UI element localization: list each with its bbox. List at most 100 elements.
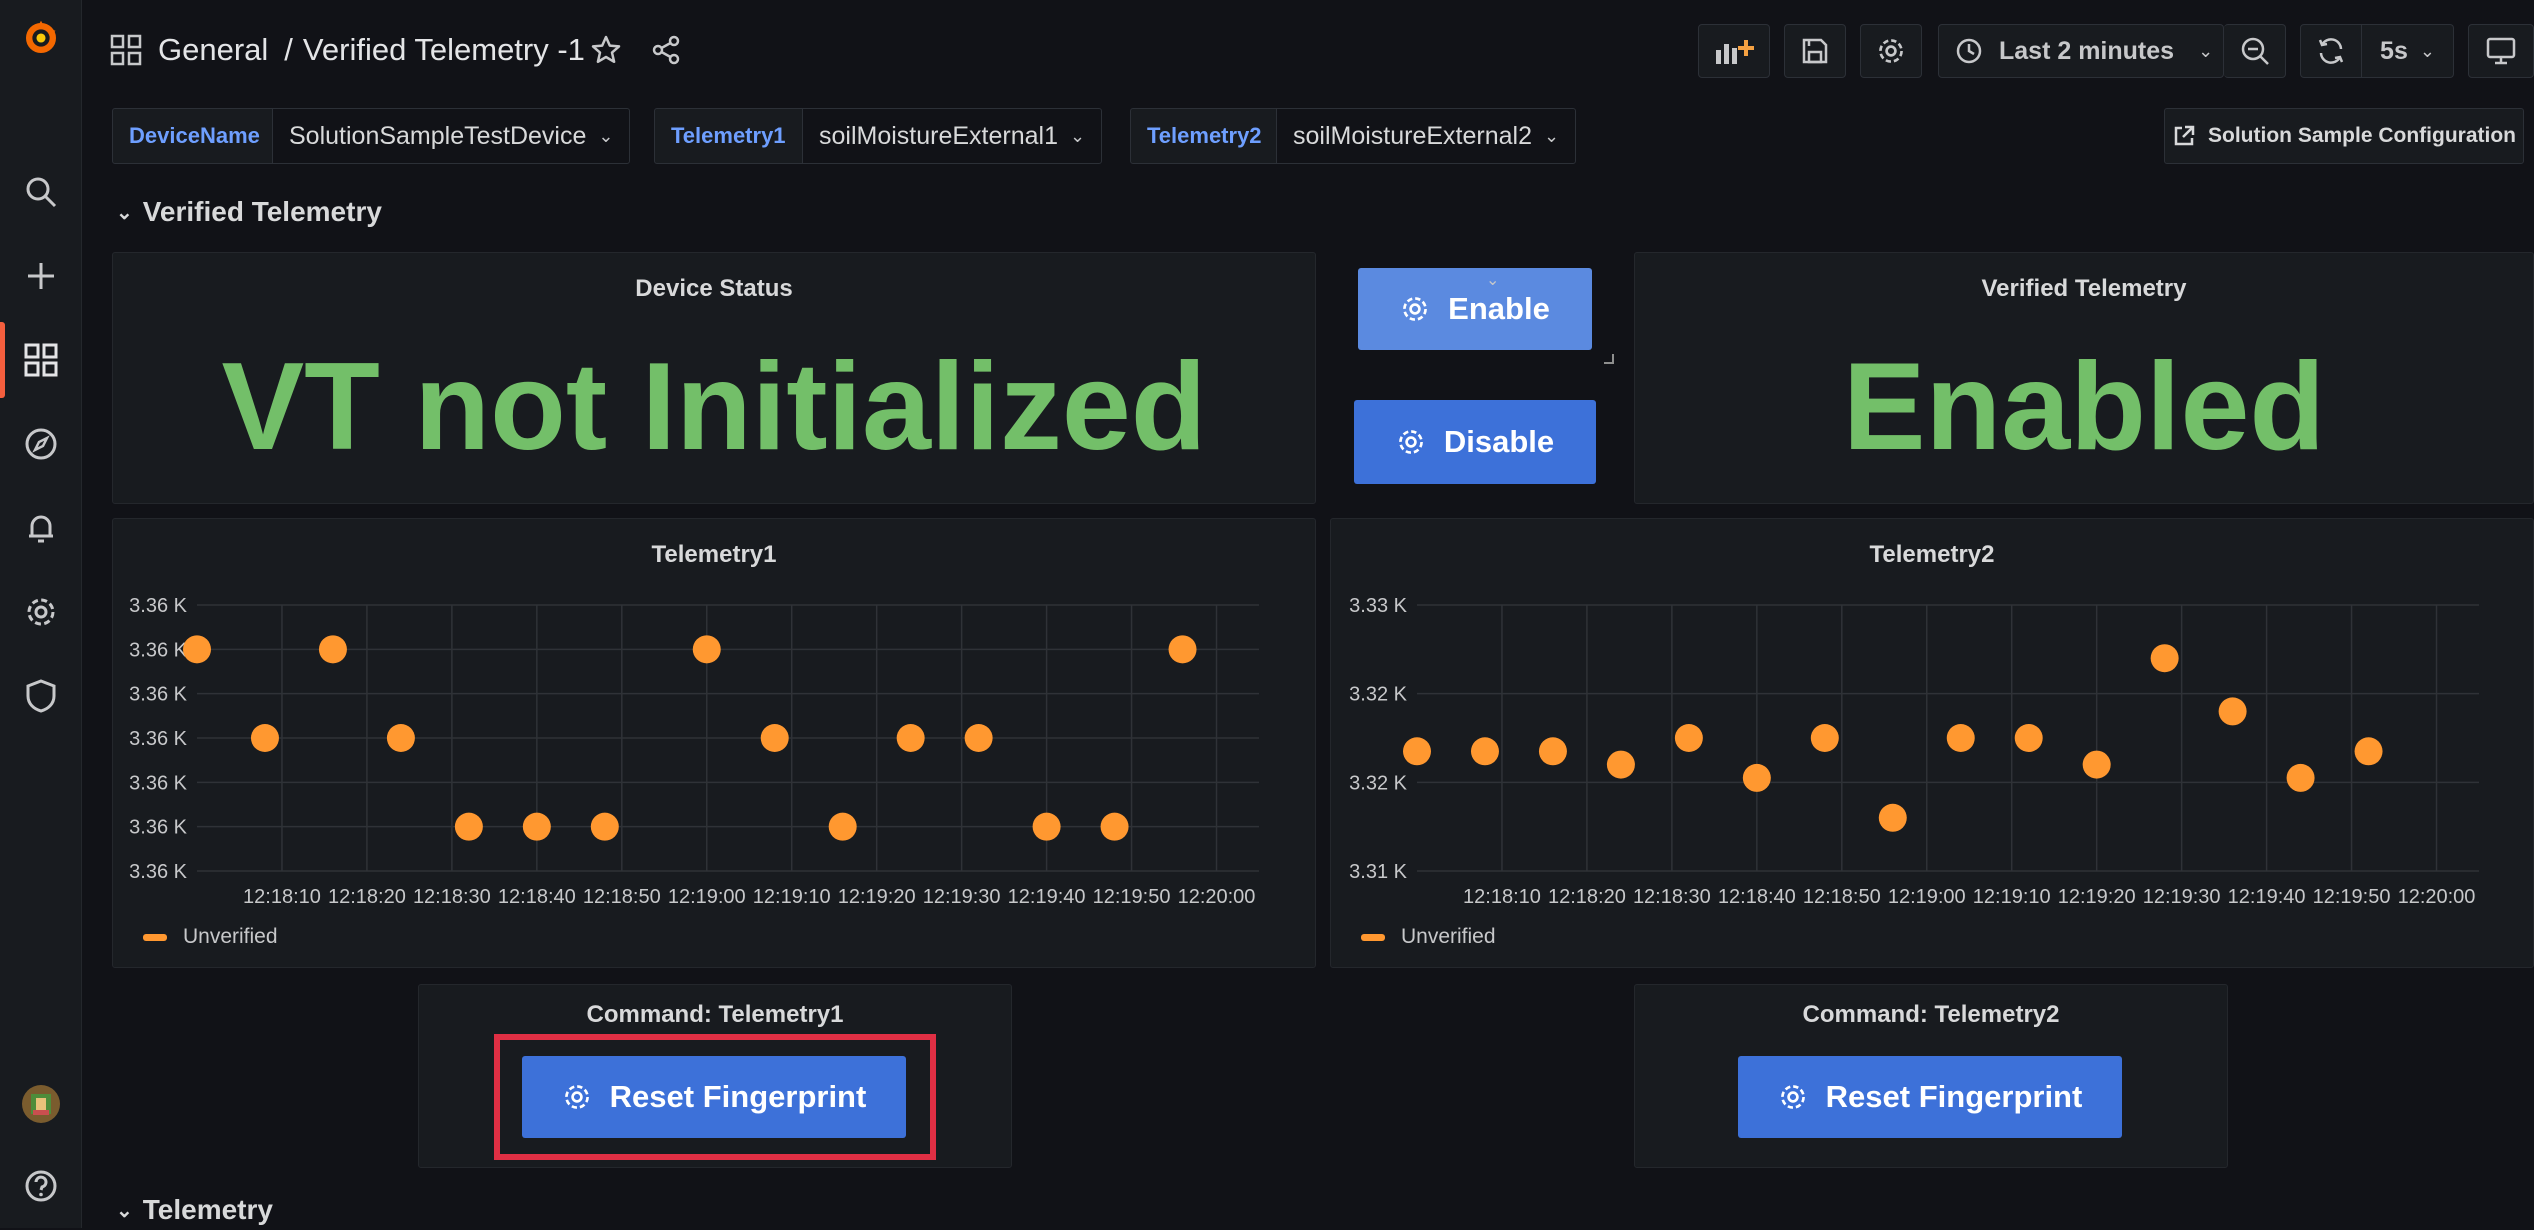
chevron-down-icon: ⌄ [1544,125,1560,146]
device-status-value: VT not Initialized [221,338,1207,476]
breadcrumb-folder[interactable]: General [158,32,268,68]
row-title: Telemetry [142,1194,273,1225]
row-verified-telemetry[interactable]: ⌄ Verified Telemetry [116,192,382,232]
variable-select-telemetry2[interactable]: soilMoistureExternal2 ⌄ [1276,108,1577,164]
grafana-logo-icon[interactable] [21,18,61,58]
explore-compass-icon[interactable] [21,424,61,464]
disable-button[interactable]: Disable [1354,400,1596,484]
data-point [692,635,721,664]
solution-sample-configuration-link[interactable]: Solution Sample Configuration [2164,108,2524,164]
reset-fingerprint-telemetry1-button[interactable]: Reset Fingerprint [522,1056,906,1138]
x-tick-label: 12:19:30 [2143,886,2221,908]
legend-label: Unverified [1401,925,1496,948]
x-tick-label: 12:19:50 [2313,886,2391,908]
chevron-down-icon: ⌄ [116,201,133,224]
gear-icon [1398,430,1423,454]
refresh-interval-picker[interactable]: 5s ⌄ [2362,24,2454,78]
add-panel-button[interactable] [1698,24,1770,78]
data-point [454,812,483,841]
enable-button[interactable]: Enable [1358,268,1592,350]
reset-fingerprint-telemetry2-button[interactable]: Reset Fingerprint [1738,1056,2122,1138]
y-tick-label: 3.31 K [1349,861,1407,883]
y-tick-label: 3.36 K [129,728,187,750]
x-tick-label: 12:19:10 [753,886,831,908]
chevron-down-icon: ⌄ [116,1199,133,1222]
save-icon [1802,38,1828,64]
chevron-down-icon: ⌄ [598,125,614,146]
data-point [2150,644,2179,673]
reset-fingerprint-label: Reset Fingerprint [609,1079,867,1114]
legend-item-unverified[interactable]: Unverified [1361,925,1496,949]
variable-value: SolutionSampleTestDevice [289,121,587,150]
data-point [2286,763,2315,792]
legend-item-unverified[interactable]: Unverified [143,925,278,949]
chevron-down-icon: ⌄ [2198,40,2214,61]
y-tick-label: 3.36 K [129,595,187,617]
x-tick-label: 12:18:20 [1548,886,1626,908]
data-point [896,724,925,752]
configuration-gear-icon[interactable] [21,592,61,632]
data-point [1403,737,1431,766]
row-telemetry[interactable]: ⌄ Telemetry [116,1190,273,1230]
y-tick-label: 3.36 K [129,772,187,794]
search-icon[interactable] [21,172,61,212]
help-icon[interactable] [21,1166,61,1206]
variable-select-devicename[interactable]: SolutionSampleTestDevice ⌄ [272,108,631,164]
panel-title: Verified Telemetry [1981,275,2187,302]
zoom-out-icon [2241,37,2269,65]
panel-menu-chevron-icon[interactable]: ⌄ [1486,270,1499,290]
enable-button-label: Enable [1448,291,1550,326]
x-tick-label: 12:19:00 [668,886,746,908]
dashboard-grid-icon [110,34,142,66]
x-tick-label: 12:19:30 [923,886,1001,908]
user-avatar[interactable] [21,1084,61,1124]
dashboard-settings-button[interactable] [1860,24,1922,78]
breadcrumb: General / Verified Telemetry -1 [158,28,585,72]
data-point [1470,737,1499,766]
alerting-bell-icon[interactable] [21,508,61,548]
y-tick-label: 3.33 K [1349,595,1407,617]
sidebar-active-indicator [0,322,5,398]
breadcrumb-dashboard-title[interactable]: Verified Telemetry -1 [303,32,585,68]
star-icon[interactable] [590,34,622,66]
refresh-button[interactable] [2300,24,2362,78]
plus-icon[interactable] [21,256,61,296]
config-link-label: Solution Sample Configuration [2208,124,2516,147]
y-tick-label: 3.36 K [129,817,187,839]
disable-button-label: Disable [1443,424,1555,459]
variable-select-telemetry1[interactable]: soilMoistureExternal1 ⌄ [802,108,1103,164]
data-point [2082,750,2111,779]
tv-mode-button[interactable] [2468,24,2534,78]
data-point [183,635,211,664]
chevron-down-icon: ⌄ [1070,125,1086,146]
x-tick-label: 12:18:30 [413,886,491,908]
data-point [590,812,619,841]
external-link-icon [2174,125,2195,146]
telemetry1-chart: 3.36 K 3.36 K 3.36 K 3.36 K 3.36 K 3.36 K 3.36… [129,595,1259,908]
variable-label-devicename: DeviceName [112,108,277,164]
y-tick-label: 3.32 K [1349,772,1407,794]
data-point [964,724,993,752]
zoom-out-button[interactable] [2224,24,2286,78]
data-point [1946,724,1975,752]
legend-label: Unverified [183,925,278,948]
data-point [1538,737,1567,766]
shield-icon[interactable] [21,676,61,716]
data-point [1606,750,1635,779]
panel-title: Device Status [635,275,793,302]
data-point [1878,803,1907,832]
resize-handle-icon[interactable] [1604,354,1614,364]
dashboards-icon[interactable] [21,340,61,380]
x-tick-label: 12:20:00 [2398,886,2476,908]
variable-label-telemetry1: Telemetry1 [654,108,803,164]
share-icon[interactable] [650,34,682,66]
x-tick-label: 12:19:00 [1888,886,1966,908]
data-point [250,724,279,752]
save-dashboard-button[interactable] [1784,24,1846,78]
reset-fingerprint-label: Reset Fingerprint [1825,1079,2083,1114]
gear-icon [564,1085,589,1109]
time-range-picker[interactable]: Last 2 minutes ⌄ [1938,24,2224,78]
x-tick-label: 12:19:50 [1093,886,1171,908]
panel-title: Command: Telemetry1 [586,1001,844,1028]
x-tick-label: 12:18:10 [243,886,321,908]
